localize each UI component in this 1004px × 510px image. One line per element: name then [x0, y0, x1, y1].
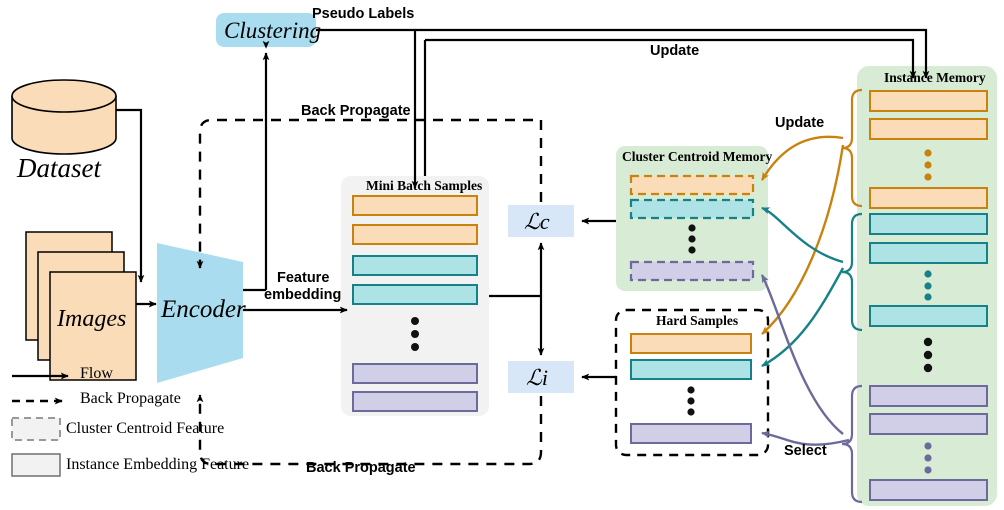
feature-embedding-label-line2: embedding [264, 287, 342, 303]
memory-update-arrows [760, 135, 850, 446]
update-right-label: Update [775, 115, 825, 131]
feature-embedding-label-line1: Feature [277, 270, 330, 286]
select-label: Select [784, 443, 827, 459]
legend-item-back-propagate-label: Back Propagate [80, 390, 181, 407]
legend-item-flow-label: Flow [80, 365, 113, 382]
back-propagate-bottom-label: Back Propagate [306, 460, 416, 476]
loss-instance-label: ℒi [526, 365, 548, 390]
legend-item-cluster-centroid-feature-label: Cluster Centroid Feature [66, 420, 225, 437]
cluster-centroid-memory-label: Cluster Centroid Memory [622, 149, 773, 164]
images-label: Images [57, 306, 127, 332]
loss-cluster-label: ℒc [524, 209, 550, 234]
mini-batch-panel [341, 176, 489, 416]
diagram-canvas: Clustering Dataset Images Encoder Mini B… [0, 0, 1004, 510]
dataset-cylinder [11, 79, 117, 155]
cluster-centroid-memory-panel [616, 146, 768, 291]
clustering-label: Clustering [224, 18, 322, 43]
hard-samples-label: Hard Samples [656, 313, 739, 328]
hard-samples-panel [614, 308, 770, 457]
update-top-label: Update [650, 43, 700, 59]
instance-memory-panel [857, 66, 997, 506]
legend-item-instance-embedding-feature-label: Instance Embedding Feature [66, 456, 250, 473]
encoder-label: Encoder [161, 296, 246, 323]
back-propagate-top-label: Back Propagate [301, 103, 411, 119]
pseudo-labels-edge-label: Pseudo Labels [312, 6, 415, 22]
dataset-label: Dataset [17, 153, 101, 183]
mini-batch-samples-label: Mini Batch Samples [366, 178, 483, 193]
legend-glyphs [11, 372, 69, 477]
instance-memory-label: Instance Memory [884, 70, 986, 85]
